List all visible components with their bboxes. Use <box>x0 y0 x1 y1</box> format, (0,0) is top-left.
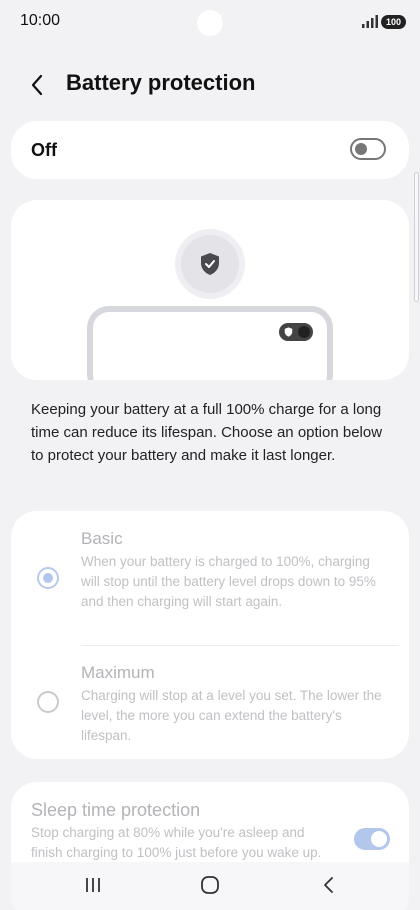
phone-illustration <box>87 306 333 380</box>
mini-shield-icon <box>284 327 293 337</box>
nav-back-button[interactable] <box>308 872 348 898</box>
toggle-knob <box>371 831 387 847</box>
back-icon <box>324 877 333 893</box>
status-bar: 10:00 100 <box>0 0 420 44</box>
option-basic-description: When your battery is charged to 100%, ch… <box>81 554 376 609</box>
shield-badge <box>181 235 239 293</box>
chevron-left-icon <box>31 74 43 96</box>
recent-apps-button[interactable] <box>73 872 113 898</box>
signal-icon <box>362 15 378 28</box>
master-toggle[interactable] <box>350 138 386 160</box>
master-switch-label: Off <box>31 140 57 160</box>
status-time: 10:00 <box>20 12 61 29</box>
home-button[interactable] <box>190 872 230 898</box>
scrollbar[interactable] <box>414 172 419 302</box>
sleep-protection-toggle[interactable] <box>354 828 390 850</box>
camera-cutout <box>197 10 223 36</box>
option-basic[interactable]: Basic When your battery is charged to 10… <box>11 511 409 645</box>
illustration-card <box>11 200 409 380</box>
page-title: Battery protection <box>66 70 256 95</box>
mini-knob <box>298 326 310 338</box>
home-icon <box>201 876 219 894</box>
option-basic-title: Basic <box>81 529 123 548</box>
sleep-protection-description: Stop charging at 80% while you're asleep… <box>31 825 322 860</box>
battery-level: 100 <box>385 17 402 27</box>
shield-check-icon <box>201 253 219 275</box>
description-text: Keeping your battery at a full 100% char… <box>31 401 383 464</box>
option-maximum-description: Charging will stop at a level you set. T… <box>81 688 382 743</box>
recent-apps-icon <box>86 878 100 892</box>
back-button[interactable] <box>22 70 52 100</box>
radio-basic[interactable] <box>37 567 59 589</box>
radio-maximum[interactable] <box>37 691 59 713</box>
option-maximum-title: Maximum <box>81 663 155 682</box>
toggle-knob <box>355 143 367 155</box>
navigation-bar <box>0 862 420 910</box>
radio-dot <box>43 573 53 583</box>
protection-indicator <box>279 323 313 341</box>
options-card: Basic When your battery is charged to 10… <box>11 511 409 759</box>
master-switch-row[interactable]: Off <box>11 121 409 179</box>
sleep-protection-title: Sleep time protection <box>31 800 201 820</box>
option-maximum[interactable]: Maximum Charging will stop at a level yo… <box>11 646 409 759</box>
header: Battery protection <box>0 62 420 106</box>
battery-icon: 100 <box>381 15 406 29</box>
